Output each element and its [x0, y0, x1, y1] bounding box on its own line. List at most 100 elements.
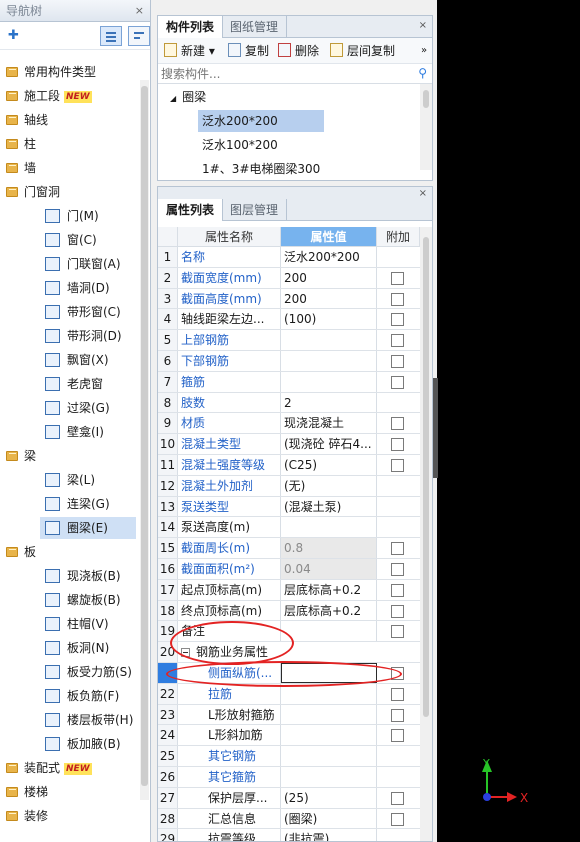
- tree-item[interactable]: 门联窗(A): [40, 253, 136, 275]
- property-row[interactable]: 5 上部钢筋: [158, 330, 420, 351]
- property-value[interactable]: (现浇砼 碎石4...: [281, 434, 377, 454]
- tree-item[interactable]: 现浇板(B): [40, 565, 136, 587]
- property-value[interactable]: [281, 351, 377, 371]
- tree-item[interactable]: 常用构件类型: [0, 61, 140, 83]
- collapse-side-tab[interactable]: [433, 378, 438, 478]
- property-value[interactable]: [281, 704, 377, 725]
- extra-checkbox[interactable]: [391, 708, 404, 722]
- property-row[interactable]: 4 轴线距梁左边... (100): [158, 309, 420, 331]
- property-value[interactable]: (100): [281, 309, 377, 330]
- property-value[interactable]: (25): [281, 787, 377, 808]
- property-row[interactable]: 18 终点顶标高(m) 层底标高+0.2: [158, 600, 420, 622]
- property-value[interactable]: (圈梁): [281, 808, 377, 829]
- tree-item[interactable]: 柱帽(V): [40, 613, 136, 635]
- tree-item[interactable]: 门窗洞: [0, 181, 140, 203]
- property-row[interactable]: 14 泵送高度(m): [158, 517, 420, 539]
- floor-copy-button[interactable]: 层间复制: [330, 43, 395, 59]
- tree-item[interactable]: 板受力筋(S): [40, 661, 136, 683]
- close-icon[interactable]: ×: [419, 20, 427, 31]
- extra-checkbox[interactable]: [391, 625, 404, 639]
- extra-checkbox[interactable]: [391, 313, 404, 327]
- property-row[interactable]: 22 拉筋: [158, 683, 420, 705]
- tree-item[interactable]: 梁(L): [40, 469, 136, 491]
- extra-checkbox[interactable]: [391, 459, 404, 472]
- property-value[interactable]: 0.04: [281, 559, 377, 579]
- property-row[interactable]: 侧面纵筋(...: [158, 663, 420, 684]
- component-item[interactable]: 1#、3#电梯圈梁300: [198, 158, 324, 180]
- property-value[interactable]: [281, 621, 377, 642]
- property-value[interactable]: 200: [281, 288, 377, 309]
- new-button[interactable]: 新建 ▾: [164, 43, 215, 59]
- tree-item[interactable]: 装配式 NEW: [0, 757, 140, 779]
- tree-item[interactable]: 装修: [0, 805, 140, 827]
- property-row[interactable]: 19 备注: [158, 621, 420, 643]
- property-row[interactable]: 7 箍筋: [158, 371, 420, 393]
- tree-item[interactable]: 轴线: [0, 109, 140, 131]
- property-value[interactable]: 层底标高+0.2: [281, 579, 377, 600]
- property-row[interactable]: 13 泵送类型 (混凝土泵): [158, 496, 420, 518]
- extra-checkbox[interactable]: [391, 604, 404, 618]
- tree-item[interactable]: 板: [0, 541, 140, 563]
- component-item[interactable]: 泛水100*200: [198, 134, 324, 156]
- tree-item[interactable]: 圈梁(E): [40, 517, 136, 539]
- property-value[interactable]: 现浇混凝土: [281, 413, 377, 434]
- extra-checkbox[interactable]: [391, 355, 404, 368]
- tree-item[interactable]: 板洞(N): [40, 637, 136, 659]
- close-icon[interactable]: ×: [135, 0, 144, 22]
- extra-checkbox[interactable]: [391, 292, 404, 306]
- copy-button[interactable]: 复制: [228, 43, 269, 59]
- tree-item[interactable]: 门(M): [40, 205, 136, 227]
- tree-item[interactable]: 楼梯: [0, 781, 140, 803]
- tree-item[interactable]: 梁: [0, 445, 140, 467]
- tree-item[interactable]: 板负筋(F): [40, 685, 136, 707]
- extra-checkbox[interactable]: [391, 667, 404, 680]
- more-icon[interactable]: »: [421, 43, 427, 59]
- property-value[interactable]: [281, 663, 377, 683]
- property-scrollbar[interactable]: [420, 227, 432, 841]
- tree-item[interactable]: 带形洞(D): [40, 325, 136, 347]
- property-value[interactable]: [281, 517, 377, 538]
- extra-checkbox[interactable]: [391, 729, 404, 743]
- drawing-canvas[interactable]: Y X: [437, 0, 580, 842]
- extra-checkbox[interactable]: [391, 271, 404, 285]
- extra-checkbox[interactable]: [391, 687, 404, 701]
- component-scrollbar[interactable]: [420, 84, 432, 170]
- property-row[interactable]: 16 截面面积(m²) 0.04: [158, 559, 420, 580]
- group-圈梁[interactable]: ◢ 圈梁: [170, 86, 206, 108]
- tab-component-list[interactable]: 构件列表: [158, 16, 224, 38]
- property-row[interactable]: 8 肢数 2: [158, 392, 420, 414]
- property-row[interactable]: 28 汇总信息 (圈梁): [158, 808, 420, 830]
- property-row[interactable]: 27 保护层厚... (25): [158, 787, 420, 809]
- tree-item[interactable]: 壁龛(I): [40, 421, 136, 443]
- tree-item[interactable]: 墙洞(D): [40, 277, 136, 299]
- tab-layer-management[interactable]: 图层管理: [222, 199, 288, 221]
- tree-item[interactable]: 板加腋(B): [40, 733, 136, 755]
- tree-item[interactable]: 螺旋板(B): [40, 589, 136, 611]
- property-value[interactable]: 200: [281, 267, 377, 288]
- property-row[interactable]: 24 L形斜加筋: [158, 725, 420, 747]
- property-row[interactable]: 15 截面周长(m) 0.8: [158, 538, 420, 559]
- property-value[interactable]: [281, 330, 377, 350]
- tree-item[interactable]: 柱: [0, 133, 140, 155]
- property-value[interactable]: [281, 371, 377, 392]
- property-value[interactable]: 层底标高+0.2: [281, 600, 377, 621]
- tree-item[interactable]: 楼层板带(H): [40, 709, 136, 731]
- property-row[interactable]: 9 材质 现浇混凝土: [158, 413, 420, 435]
- extra-checkbox[interactable]: [391, 812, 404, 826]
- property-value[interactable]: 0.8: [281, 538, 377, 558]
- property-row[interactable]: 26 其它箍筋: [158, 767, 420, 788]
- extra-checkbox[interactable]: [391, 438, 404, 452]
- tree-item[interactable]: 过梁(G): [40, 397, 136, 419]
- tree-item[interactable]: 飘窗(X): [40, 349, 136, 371]
- extra-checkbox[interactable]: [391, 334, 404, 348]
- property-value[interactable]: [281, 725, 377, 746]
- property-value[interactable]: 2: [281, 392, 377, 413]
- property-value[interactable]: [281, 746, 377, 766]
- list-view-icon[interactable]: [100, 26, 122, 46]
- property-row[interactable]: 11 混凝土强度等级 (C25): [158, 455, 420, 476]
- search-input[interactable]: [158, 64, 432, 83]
- property-value[interactable]: [281, 767, 377, 787]
- tree-item[interactable]: 老虎窗: [40, 373, 136, 395]
- property-row[interactable]: 10 混凝土类型 (现浇砼 碎石4...: [158, 434, 420, 455]
- add-icon[interactable]: ✚: [8, 28, 19, 43]
